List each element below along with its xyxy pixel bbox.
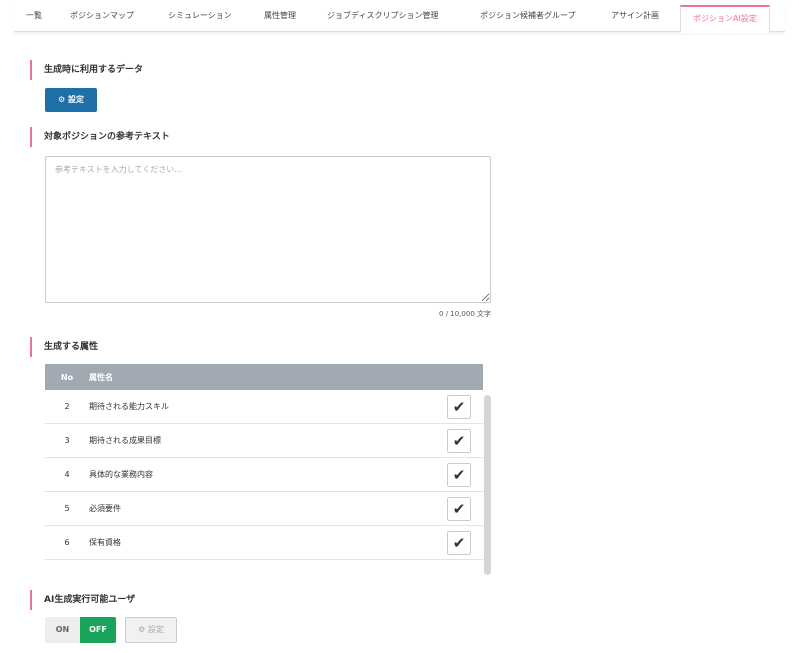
reference-text-input[interactable] (45, 156, 491, 303)
toggle-on[interactable]: ON (45, 617, 80, 643)
tab-position-ai-settings[interactable]: ポジションAI設定 (680, 5, 770, 33)
row-name: 期待される能力スキル (89, 402, 169, 411)
tab-job-description[interactable]: ジョブディスクリプション管理 (327, 10, 438, 21)
table-row: 3 期待される成果目標 ✔ (45, 424, 483, 458)
section-title-reference-text: 対象ポジションの参考テキスト (30, 127, 170, 147)
table-row: 4 具体的な業務内容 ✔ (45, 458, 483, 492)
tab-candidate-group[interactable]: ポジション候補者グループ (480, 10, 576, 21)
row-no: 3 (64, 436, 70, 445)
row-name: 保有資格 (89, 538, 121, 547)
data-settings-button[interactable]: ⚙ 設定 (45, 88, 97, 112)
tab-attributes[interactable]: 属性管理 (264, 10, 296, 21)
row-checkbox[interactable]: ✔ (447, 462, 471, 487)
check-icon: ✔ (452, 499, 466, 518)
check-icon: ✔ (452, 533, 466, 552)
tab-bar: 一覧 ポジションマップ シミュレーション 属性管理 ジョブディスクリプション管理… (14, 0, 785, 33)
table-row: 6 保有資格 ✔ (45, 526, 483, 560)
row-no: 4 (64, 470, 70, 479)
check-icon: ✔ (452, 397, 466, 416)
char-counter: 0 / 10,000 文字 (439, 310, 491, 318)
row-name: 必須要件 (89, 504, 121, 513)
check-icon: ✔ (452, 465, 466, 484)
row-checkbox[interactable]: ✔ (447, 496, 471, 521)
tab-list[interactable]: 一覧 (26, 10, 42, 21)
section-title-users: AI生成実行可能ユーザ (30, 590, 135, 610)
section-title-attributes: 生成する属性 (30, 337, 98, 357)
users-settings-button[interactable]: ⚙ 設定 (125, 617, 177, 643)
row-name: 期待される成果目標 (89, 436, 161, 445)
tab-assign-plan[interactable]: アサイン計画 (611, 10, 659, 21)
table-row: 5 必須要件 ✔ (45, 492, 483, 526)
tab-position-map[interactable]: ポジションマップ (70, 10, 134, 21)
header-no: No (60, 372, 74, 382)
toggle-off[interactable]: OFF (80, 617, 116, 643)
row-checkbox[interactable]: ✔ (447, 394, 471, 419)
attributes-table: No 属性名 2 期待される能力スキル ✔ 3 期待される成果目標 ✔ 4 具体的な業務内容 ✔… (45, 364, 483, 560)
table-row: 2 期待される能力スキル ✔ (45, 390, 483, 424)
table-scrollbar[interactable] (484, 395, 491, 575)
row-name: 具体的な業務内容 (89, 470, 153, 479)
tab-simulation[interactable]: シミュレーション (168, 10, 232, 21)
row-checkbox[interactable]: ✔ (447, 530, 471, 555)
section-title-data: 生成時に利用するデータ (30, 60, 143, 80)
users-toggle[interactable]: ON OFF (45, 617, 116, 643)
header-name: 属性名 (89, 372, 113, 382)
table-header: No 属性名 (45, 364, 483, 390)
row-checkbox[interactable]: ✔ (447, 428, 471, 453)
check-icon: ✔ (452, 431, 466, 450)
row-no: 5 (64, 504, 70, 513)
row-no: 2 (64, 402, 70, 411)
row-no: 6 (64, 538, 70, 547)
